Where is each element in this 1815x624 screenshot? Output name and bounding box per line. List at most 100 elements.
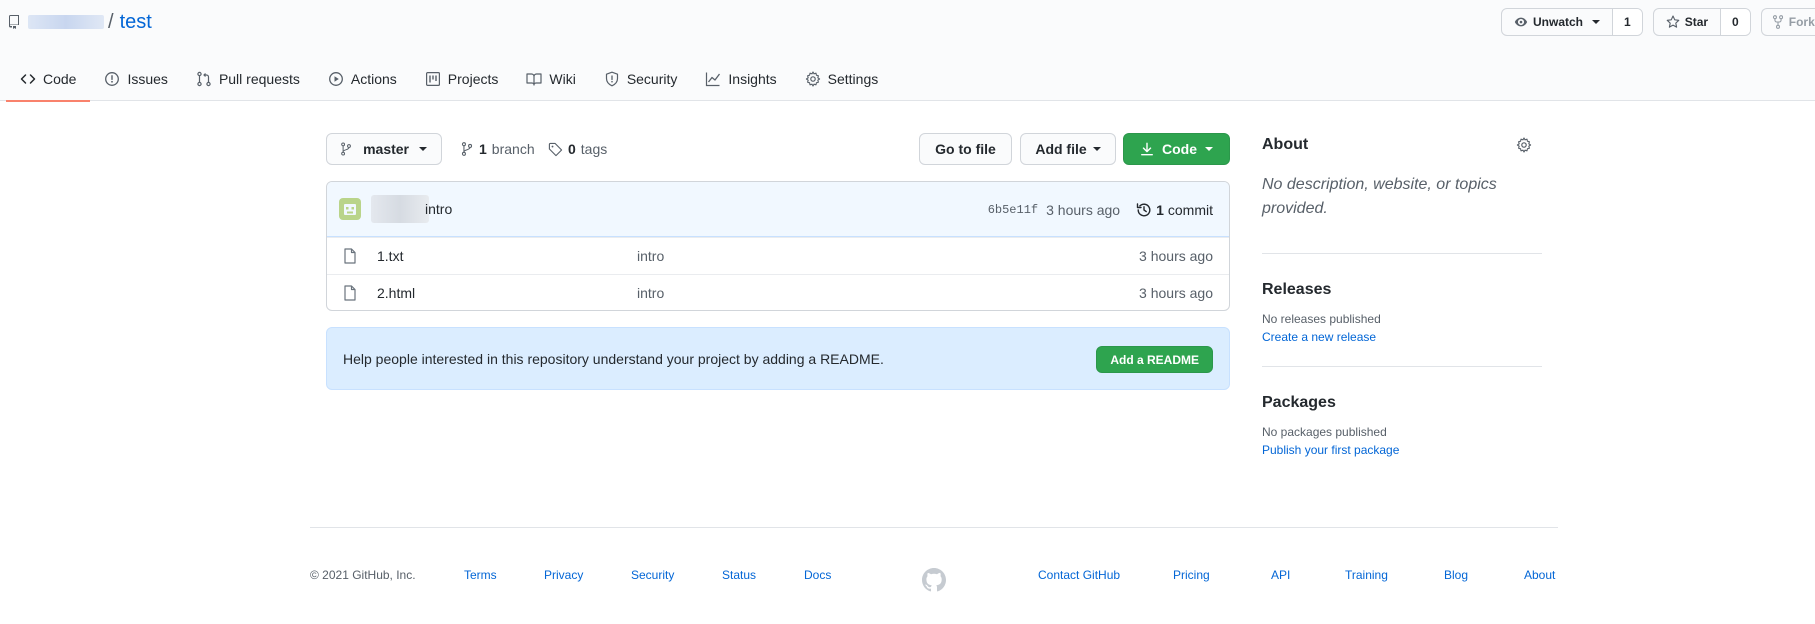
tab-label: Insights	[728, 70, 777, 87]
branch-word: branch	[491, 141, 535, 157]
repo-name-link[interactable]: test	[120, 11, 152, 34]
about-heading: About	[1262, 133, 1542, 157]
unwatch-button[interactable]: Unwatch	[1502, 9, 1614, 35]
releases-heading[interactable]: Releases	[1262, 278, 1542, 302]
footer-divider	[310, 527, 1558, 528]
commit-message-link[interactable]: intro	[425, 201, 452, 217]
footer-link-contact[interactable]: Contact GitHub	[1038, 568, 1120, 582]
readme-prompt: Help people interested in this repositor…	[326, 327, 1230, 390]
footer-link-blog[interactable]: Blog	[1444, 568, 1468, 582]
branch-name: master	[363, 141, 409, 157]
gear-icon[interactable]	[1516, 137, 1532, 158]
tab-wiki[interactable]: Wiki	[512, 56, 589, 101]
commit-count: 1	[1156, 201, 1164, 218]
tab-code[interactable]: Code	[6, 56, 91, 102]
file-commit-message[interactable]: intro	[637, 285, 664, 301]
star-label: Star	[1684, 15, 1709, 29]
tag-count: 0	[568, 141, 576, 157]
table-row[interactable]: 1.txt intro 3 hours ago	[327, 237, 1229, 274]
fork-button[interactable]: Fork	[1760, 8, 1815, 36]
code-button[interactable]: Code	[1123, 133, 1230, 165]
packages-heading[interactable]: Packages	[1262, 391, 1542, 415]
create-release-link[interactable]: Create a new release	[1262, 328, 1542, 346]
tab-security[interactable]: Security	[590, 56, 692, 101]
commit-sha-link[interactable]: 6b5e11f	[988, 203, 1038, 217]
file-age: 3 hours ago	[1139, 248, 1213, 264]
repo-title: / test	[6, 8, 152, 36]
history-icon	[1136, 202, 1151, 216]
tab-label: Security	[626, 70, 678, 87]
project-icon	[425, 71, 440, 86]
commit-meta: 6b5e11f 3 hours ago 1 commit	[988, 182, 1213, 237]
code-label: Code	[1162, 141, 1197, 157]
footer-link-status[interactable]: Status	[722, 568, 756, 582]
publish-package-link[interactable]: Publish your first package	[1262, 441, 1542, 459]
file-age: 3 hours ago	[1139, 285, 1213, 301]
tag-icon	[548, 142, 563, 156]
fork-icon	[1772, 15, 1783, 29]
commit-author[interactable]	[371, 195, 429, 223]
chevron-down-icon	[1092, 147, 1101, 151]
tab-pull-requests[interactable]: Pull requests	[182, 56, 314, 101]
commit-word: commit	[1167, 201, 1213, 218]
branch-icon	[461, 142, 473, 156]
add-readme-button[interactable]: Add a README	[1096, 346, 1213, 373]
star-icon	[1666, 15, 1680, 28]
identicon-icon	[344, 204, 356, 215]
tab-projects[interactable]: Projects	[411, 56, 513, 101]
fork-label: Fork	[1788, 15, 1815, 29]
footer-copyright: © 2021 GitHub, Inc.	[310, 568, 416, 582]
file-commit-message[interactable]: intro	[637, 248, 664, 264]
footer-link-docs[interactable]: Docs	[804, 568, 831, 582]
path-separator: /	[108, 10, 114, 33]
commit-history-link[interactable]: 1 commit	[1136, 202, 1213, 218]
github-logo-icon[interactable]	[922, 568, 946, 595]
commit-age: 3 hours ago	[1046, 201, 1121, 218]
footer-link-security[interactable]: Security	[631, 568, 674, 582]
download-icon	[1141, 142, 1153, 156]
tab-issues[interactable]: Issues	[90, 56, 181, 101]
watch-count[interactable]: 1	[1613, 9, 1642, 35]
latest-commit-bar: intro 6b5e11f 3 hours ago 1 commit	[327, 182, 1229, 237]
tags-link[interactable]: 0 tags	[548, 133, 607, 165]
footer-link-pricing[interactable]: Pricing	[1173, 568, 1210, 582]
tab-label: Issues	[127, 70, 168, 87]
about-description: No description, website, or topics provi…	[1262, 176, 1497, 217]
star-count[interactable]: 0	[1721, 9, 1750, 35]
tab-label: Settings	[827, 70, 879, 87]
avatar[interactable]	[339, 198, 361, 220]
footer-link-training[interactable]: Training	[1345, 568, 1388, 582]
go-to-file-button[interactable]: Go to file	[919, 133, 1012, 165]
file-name-link[interactable]: 1.txt	[377, 248, 637, 264]
divider	[1262, 366, 1542, 367]
unwatch-label: Unwatch	[1533, 15, 1584, 29]
footer-link-privacy[interactable]: Privacy	[544, 568, 583, 582]
footer-link-terms[interactable]: Terms	[464, 568, 497, 582]
star-button-group: Star 0	[1652, 8, 1751, 36]
tab-label: Actions	[350, 70, 397, 87]
tab-label: Projects	[447, 70, 499, 87]
file-icon	[343, 285, 359, 301]
tag-word: tags	[580, 141, 608, 157]
shield-icon	[605, 71, 618, 86]
tab-actions[interactable]: Actions	[314, 56, 411, 101]
packages-empty-text: No packages published	[1262, 425, 1387, 439]
table-row[interactable]: 2.html intro 3 hours ago	[327, 274, 1229, 310]
footer-link-api[interactable]: API	[1271, 568, 1290, 582]
tab-settings[interactable]: Settings	[791, 56, 893, 101]
footer-link-about[interactable]: About	[1524, 568, 1555, 582]
repo-tabs: Code Issues Pull requests Actions Projec…	[6, 56, 893, 102]
branches-link[interactable]: 1 branch	[460, 133, 535, 165]
releases-title: Releases	[1262, 281, 1332, 298]
file-name-link[interactable]: 2.html	[377, 285, 637, 301]
chevron-down-icon	[419, 147, 427, 151]
star-button[interactable]: Star	[1654, 9, 1722, 35]
tab-insights[interactable]: Insights	[691, 56, 790, 101]
owner-name[interactable]	[28, 15, 104, 29]
repo-icon	[6, 13, 22, 31]
branch-select-button[interactable]: master	[326, 133, 442, 165]
tab-label: Code	[43, 70, 77, 87]
pull-request-icon	[197, 71, 211, 86]
add-file-button[interactable]: Add file	[1020, 133, 1116, 165]
issue-icon	[105, 71, 120, 86]
